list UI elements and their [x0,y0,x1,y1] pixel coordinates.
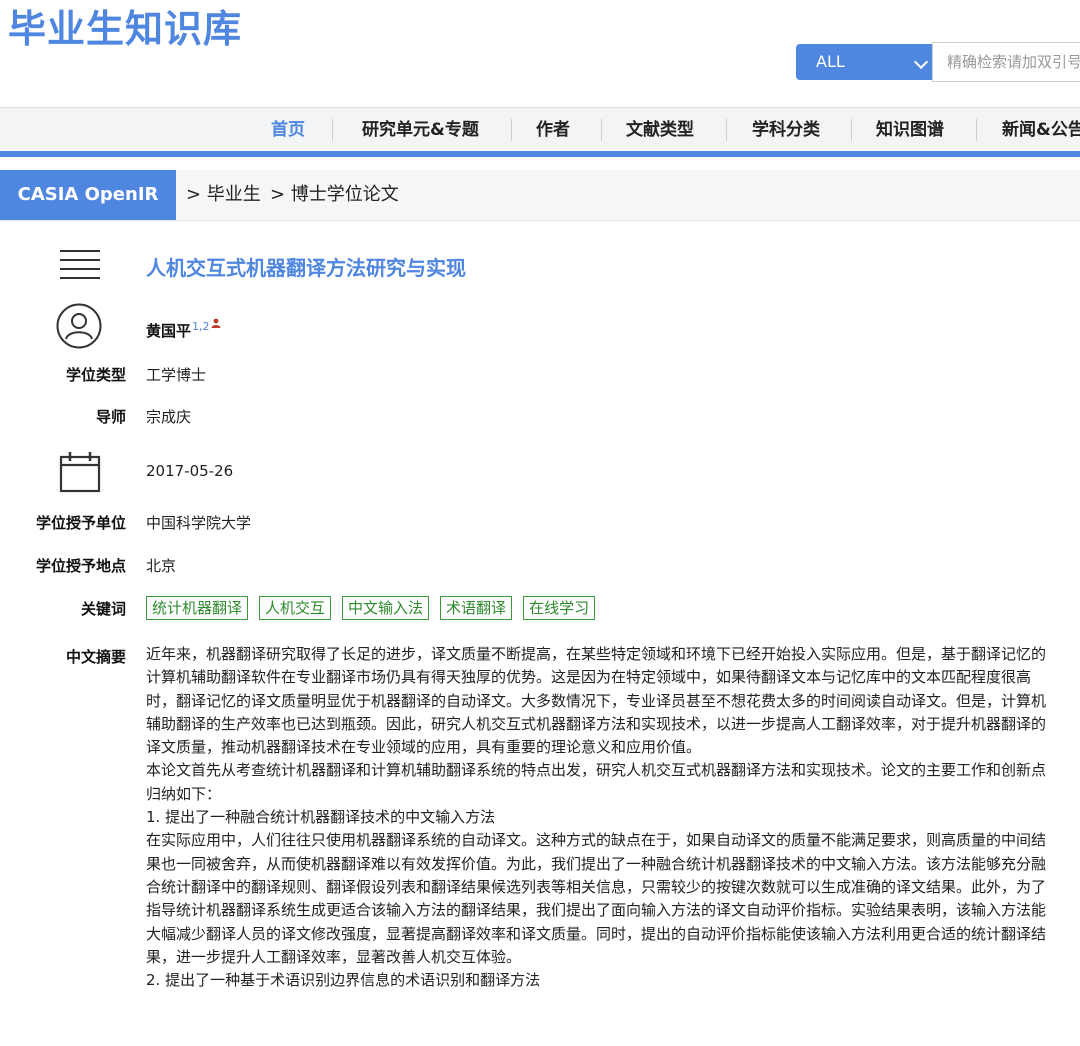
place-label: 学位授予地点 [36,555,126,576]
author-affiliation[interactable]: 1,2 [192,320,210,333]
record-title: 人机交互式机器翻译方法研究与实现 [146,252,466,281]
calendar-icon [58,450,102,494]
search-scope-select[interactable]: ALL [796,44,932,80]
nav-separator [976,119,977,141]
nav-separator [851,119,852,141]
main-nav: 首页 研究单元&专题 作者 文献类型 学科分类 知识图谱 新闻&公告 [0,107,1080,152]
breadcrumb-graduates[interactable]: > 毕业生 [186,170,261,220]
abstract-paragraph: 近年来，机器翻译研究取得了长足的进步，译文质量不断提高，在某些特定领域和环境下已… [146,643,1046,759]
nav-separator [511,119,512,141]
abstract-paragraph: 1. 提出了一种融合统计机器翻译技术的中文输入方法 [146,806,1046,829]
search-scope-value: ALL [816,52,845,71]
keyword-tag[interactable]: 中文输入法 [342,596,429,620]
keyword-tag[interactable]: 统计机器翻译 [146,596,248,620]
chevron-down-icon [914,55,928,69]
nav-knowledge-graph[interactable]: 知识图谱 [876,108,944,152]
advisor-value[interactable]: 宗成庆 [146,406,191,427]
abstract-label: 中文摘要 [66,646,126,667]
place-value: 北京 [146,555,176,576]
nav-news[interactable]: 新闻&公告 [1002,108,1080,152]
nav-research-units[interactable]: 研究单元&专题 [362,108,479,152]
author: 黄国平1,2 [146,320,221,341]
keyword-tag[interactable]: 术语翻译 [440,596,512,620]
nav-home[interactable]: 首页 [271,108,305,152]
nav-accent-rule [0,151,1080,157]
abstract-text: 近年来，机器翻译研究取得了长足的进步，译文质量不断提高，在某些特定领域和环境下已… [146,643,1046,992]
abstract-paragraph: 本论文首先从考查统计机器翻译和计算机辅助翻译系统的特点出发，研究人机交互式机器翻… [146,759,1046,806]
publication-date: 2017-05-26 [146,462,233,480]
breadcrumb-home[interactable]: CASIA OpenIR [0,170,176,220]
keywords-label: 关键词 [81,598,126,619]
nav-separator [601,119,602,141]
keyword-tag[interactable]: 人机交互 [259,596,331,620]
nav-authors[interactable]: 作者 [536,108,570,152]
degree-type-value: 工学博士 [146,364,206,385]
abstract-paragraph: 在实际应用中，人们往往只使用机器翻译系统的自动译文。这种方式的缺点在于，如果自动… [146,829,1046,969]
advisor-label: 导师 [96,406,126,427]
keyword-tag[interactable]: 在线学习 [523,596,595,620]
abstract-paragraph: 2. 提出了一种基于术语识别边界信息的术语识别和翻译方法 [146,969,1046,992]
nav-subjects[interactable]: 学科分类 [752,108,820,152]
breadcrumb: CASIA OpenIR > 毕业生 > 博士学位论文 [0,170,1080,221]
list-icon [60,250,102,280]
author-icon [56,303,102,349]
breadcrumb-phd-theses[interactable]: > 博士学位论文 [270,170,399,220]
nav-doc-types[interactable]: 文献类型 [626,108,694,152]
search-input[interactable] [932,42,1080,82]
grantor-label: 学位授予单位 [36,512,126,533]
grantor-value: 中国科学院大学 [146,512,251,533]
nav-separator [332,119,333,141]
author-name[interactable]: 黄国平 [146,322,191,340]
nav-separator [726,119,727,141]
site-title[interactable]: 毕业生知识库 [8,4,242,54]
degree-type-label: 学位类型 [66,364,126,385]
author-profile-icon[interactable] [211,318,221,328]
keyword-list: 统计机器翻译人机交互中文输入法术语翻译在线学习 [146,596,606,620]
